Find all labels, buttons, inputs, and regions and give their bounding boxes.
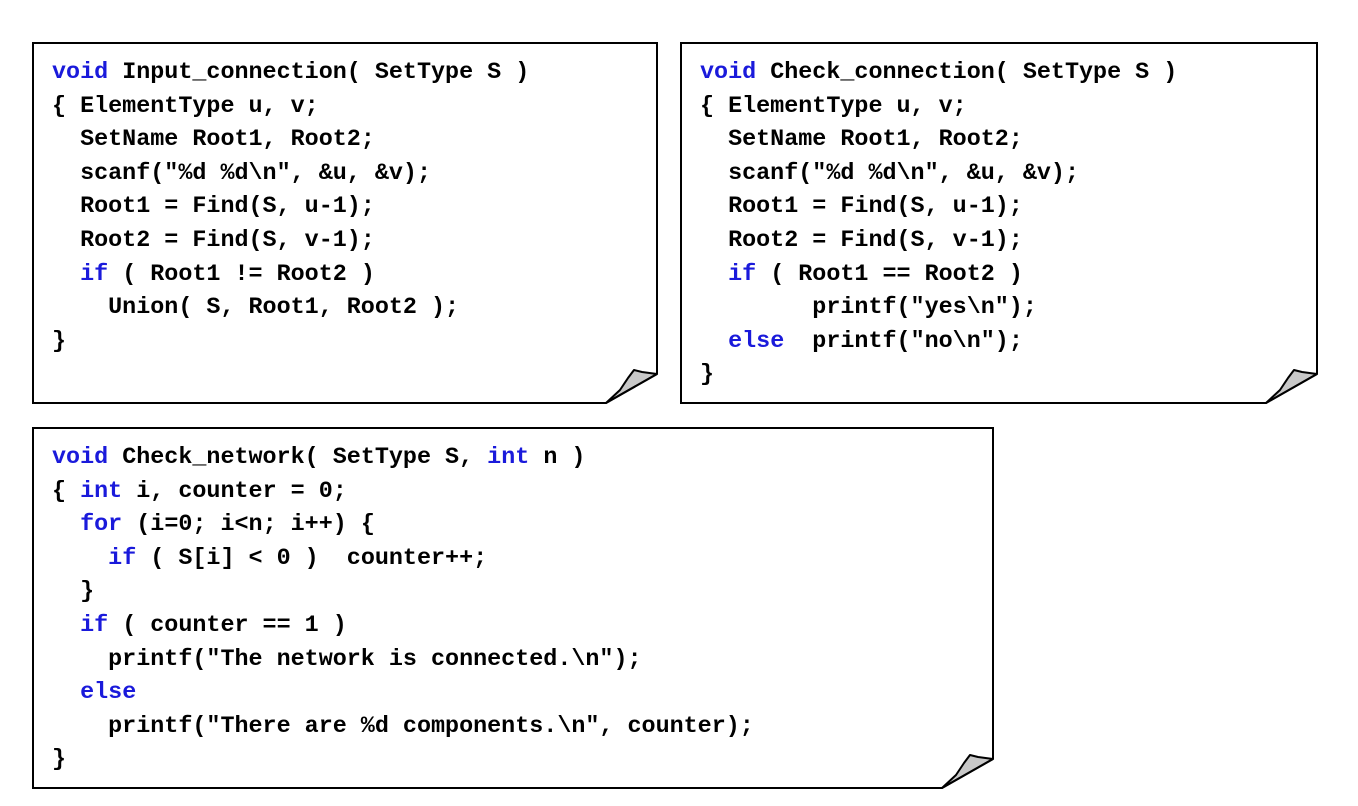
code-keyword: if [80, 612, 109, 639]
code-line: } [52, 744, 754, 778]
code-line: scanf("%d %d\n", &u, &v); [52, 158, 529, 192]
code-keyword: else [80, 680, 137, 707]
code-text: Root2 = Find(S, v-1); [52, 227, 375, 254]
code-text: Root1 = Find(S, u-1); [52, 194, 375, 221]
code-line: printf("The network is connected.\n"); [52, 644, 754, 678]
code-text: printf("The network is connected.\n"); [52, 646, 642, 673]
code-listing: void Check_connection( SetType S ){ Elem… [700, 57, 1177, 393]
code-text: } [52, 328, 67, 355]
code-text: ( Root1 != Root2 ) [108, 261, 375, 288]
code-line: Union( S, Root1, Root2 ); [52, 292, 529, 326]
code-keyword: if [80, 261, 109, 288]
code-text: } [700, 362, 715, 389]
code-line: printf("There are %d components.\n", cou… [52, 711, 754, 745]
code-keyword: void [52, 60, 109, 86]
code-keyword: else [728, 328, 785, 355]
code-text: ( Root1 == Root2 ) [756, 261, 1023, 288]
code-text: { ElementType u, v; [700, 93, 967, 120]
code-text: SetName Root1, Root2; [52, 127, 375, 154]
code-text: Root1 = Find(S, u-1); [700, 194, 1023, 221]
code-line: void Input_connection( SetType S ) [52, 57, 529, 91]
code-keyword: int [80, 478, 123, 505]
code-text: i, counter = 0; [122, 478, 347, 505]
code-text: { ElementType u, v; [52, 93, 319, 120]
code-line: void Check_connection( SetType S ) [700, 57, 1177, 91]
code-text: SetName Root1, Root2; [700, 127, 1023, 154]
code-line: } [700, 359, 1177, 393]
code-line: if ( Root1 != Root2 ) [52, 259, 529, 293]
code-line: } [52, 576, 754, 610]
code-keyword: if [108, 545, 137, 572]
code-text: Union( S, Root1, Root2 ); [52, 295, 460, 322]
code-text: printf("no\n"); [784, 328, 1023, 355]
code-text: } [52, 747, 67, 774]
code-text: Input_connection( SetType S ) [108, 60, 530, 86]
code-keyword: if [728, 261, 757, 288]
code-listing: void Input_connection( SetType S ){ Elem… [52, 57, 529, 359]
code-line: else [52, 677, 754, 711]
code-line: SetName Root1, Root2; [700, 124, 1177, 158]
code-line: if ( Root1 == Root2 ) [700, 259, 1177, 293]
code-line: Root2 = Find(S, v-1); [52, 225, 529, 259]
code-text: Root2 = Find(S, v-1); [700, 227, 1023, 254]
code-line: else printf("no\n"); [700, 326, 1177, 360]
code-text: printf("There are %d components.\n", cou… [52, 713, 754, 740]
code-line: scanf("%d %d\n", &u, &v); [700, 158, 1177, 192]
code-line: if ( counter == 1 ) [52, 610, 754, 644]
code-text: scanf("%d %d\n", &u, &v); [700, 160, 1079, 187]
code-line: Root2 = Find(S, v-1); [700, 225, 1177, 259]
code-line: void Check_network( SetType S, int n ) [52, 442, 754, 476]
code-text: n ) [529, 445, 586, 471]
code-text: scanf("%d %d\n", &u, &v); [52, 160, 431, 187]
code-text: ( S[i] < 0 ) counter++; [136, 545, 488, 572]
code-slide: void Input_connection( SetType S ){ Elem… [0, 0, 1358, 806]
code-text: ( counter == 1 ) [108, 612, 347, 639]
code-keyword: int [487, 445, 530, 471]
code-line: SetName Root1, Root2; [52, 124, 529, 158]
code-line: { ElementType u, v; [700, 91, 1177, 125]
code-keyword: void [52, 445, 109, 471]
code-line: if ( S[i] < 0 ) counter++; [52, 543, 754, 577]
code-text: Check_connection( SetType S ) [756, 60, 1178, 86]
code-text: Check_network( SetType S, [108, 445, 488, 471]
code-keyword: for [80, 512, 123, 539]
code-line: for (i=0; i<n; i++) { [52, 509, 754, 543]
code-line: printf("yes\n"); [700, 292, 1177, 326]
code-listing: void Check_network( SetType S, int n ){ … [52, 442, 754, 778]
code-text: (i=0; i<n; i++) { [122, 512, 375, 539]
code-line: } [52, 326, 529, 360]
code-text: printf("yes\n"); [700, 295, 1037, 322]
code-line: { ElementType u, v; [52, 91, 529, 125]
code-keyword: void [700, 60, 757, 86]
code-text: } [52, 579, 95, 606]
code-line: Root1 = Find(S, u-1); [700, 191, 1177, 225]
code-line: Root1 = Find(S, u-1); [52, 191, 529, 225]
code-line: { int i, counter = 0; [52, 476, 754, 510]
code-text: { [52, 478, 81, 505]
